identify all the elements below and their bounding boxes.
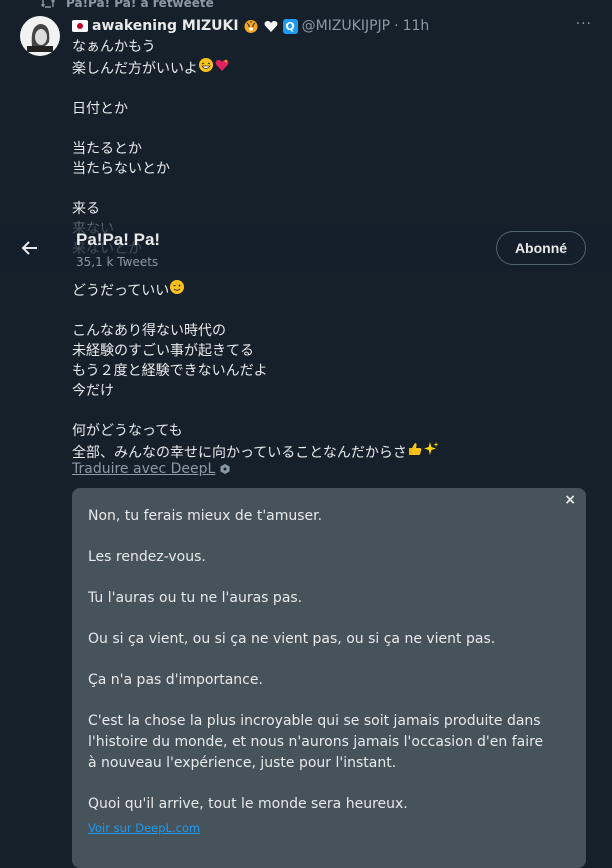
translate-link[interactable]: Traduire avec DeepL	[72, 461, 231, 477]
translation-panel: × Non, tu ferais mieux de t'amuser. Les …	[72, 488, 586, 868]
tweet-line: 日付とか	[72, 101, 128, 117]
grin-emoji	[198, 58, 213, 72]
tweet-header: awakening MIZUKI Q @MIZUKIJPJP · 11h ···	[72, 16, 592, 36]
tweet-line: どうだっていい	[72, 279, 592, 301]
follow-button[interactable]: Abonné	[496, 231, 586, 265]
retweet-icon	[41, 0, 55, 8]
tweet-count: 35,1 k Tweets	[76, 255, 159, 269]
translation-paragraph: Tu l'auras ou tu ne l'auras pas.	[88, 590, 303, 606]
tiger-icon	[244, 20, 258, 33]
q-badge-icon: Q	[282, 18, 298, 34]
white-heart-icon	[264, 20, 278, 32]
display-name[interactable]: awakening MIZUKI	[92, 18, 239, 34]
retweet-context[interactable]: Pa!Pa! Pa! a retweeté	[40, 0, 214, 11]
more-icon[interactable]: ···	[576, 16, 592, 32]
tweet-line: もう２度と経験できないんだよ	[72, 363, 268, 379]
translation-text: Non, tu ferais mieux de t'amuser. Les re…	[88, 506, 556, 835]
profile-name: Pa!Pa! Pa!	[76, 230, 161, 249]
deepl-icon	[220, 464, 230, 474]
translation-paragraph: Quoi qu'il arrive, tout le monde sera he…	[88, 796, 408, 812]
tweet-line: 当たるとか	[72, 141, 142, 157]
translation-paragraph: Les rendez-vous.	[88, 549, 206, 565]
avatar[interactable]	[20, 16, 60, 56]
retweet-text: Pa!Pa! Pa! a retweeté	[66, 0, 214, 10]
close-icon[interactable]: ×	[564, 492, 576, 508]
tweet-line: 全部、みんなの幸せに向かっていることなんだからさ	[72, 441, 592, 463]
profile-sticky-header: Pa!Pa! Pa! 35,1 k Tweets Abonné	[0, 226, 612, 274]
tweet-line: 何がどうなっても	[72, 423, 183, 439]
timestamp[interactable]: 11h	[403, 18, 430, 34]
tweet-line: 当たらないとか	[72, 161, 170, 177]
translation-paragraph: Non, tu ferais mieux de t'amuser.	[88, 508, 323, 524]
translation-paragraph: Ça n'a pas d'importance.	[88, 672, 263, 688]
tweet-line: 楽しんだ方がいいよ	[72, 57, 592, 79]
tweet-line: 未経験のすごい事が起きてる	[72, 343, 254, 359]
separator: ·	[394, 18, 399, 34]
wink-emoji	[170, 280, 185, 294]
translation-paragraph: Ou si ça vient, ou si ça ne vient pas, o…	[88, 631, 496, 647]
handle[interactable]: @MIZUKIJPJP	[302, 18, 391, 34]
translate-link-label: Traduire avec DeepL	[72, 461, 216, 477]
thumbs-up-emoji	[408, 443, 422, 455]
translation-paragraph: C'est la chose la plus incroyable qui se…	[88, 713, 544, 771]
flag-icon	[72, 20, 88, 32]
tweet-line: こんなあり得ない時代の	[72, 323, 226, 339]
tweet-line: 来る	[72, 201, 100, 217]
tweet-line: 今だけ	[72, 383, 114, 399]
sparkles-emoji	[423, 442, 439, 455]
deepl-source-link[interactable]: Voir sur DeepL.com	[88, 821, 200, 835]
back-arrow-icon[interactable]	[20, 238, 40, 258]
sparkling-heart-emoji	[215, 59, 229, 71]
tweet-line: なぁんかもう	[72, 39, 156, 55]
